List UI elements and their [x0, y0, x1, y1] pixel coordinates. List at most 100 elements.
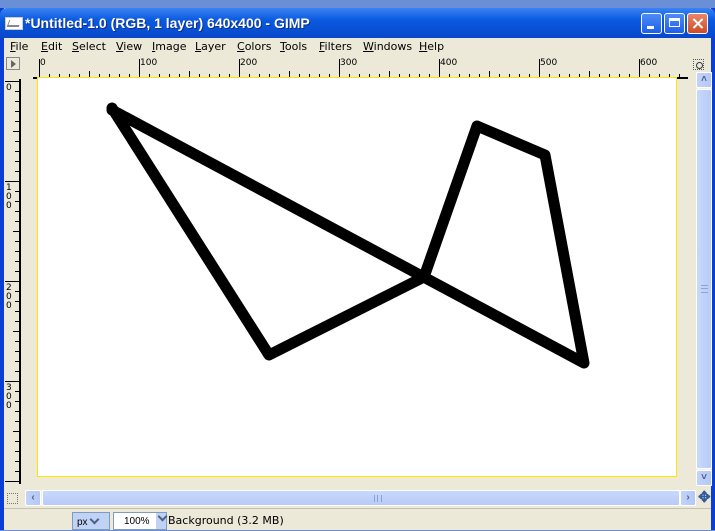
- menu-help[interactable]: Help: [419, 40, 444, 53]
- image-menu-button[interactable]: [6, 57, 20, 70]
- vertical-ruler[interactable]: 0 100 200 300: [4, 79, 21, 484]
- horizontal-scrollbar[interactable]: ‹ ›: [25, 490, 696, 506]
- ruler-label: 600: [640, 58, 658, 68]
- gimp-image-window: *Untitled-1.0 (RGB, 1 layer) 640x400 - G…: [0, 8, 715, 530]
- ruler-tick: [15, 401, 19, 402]
- menu-file[interactable]: File: [10, 40, 28, 53]
- ruler-tick: [5, 181, 19, 182]
- grip-icon: [374, 495, 382, 502]
- ruler-label: 400: [440, 58, 458, 68]
- ruler-label: 500: [540, 58, 558, 68]
- ruler-tick: [15, 91, 19, 92]
- ruler-label: 100: [140, 58, 158, 68]
- ruler-tick: [15, 321, 19, 322]
- menu-view[interactable]: View: [116, 40, 142, 53]
- close-button[interactable]: [687, 13, 708, 34]
- ruler-tick: [13, 231, 19, 232]
- menu-layer[interactable]: Layer: [195, 40, 226, 53]
- minimize-button[interactable]: [641, 13, 662, 34]
- image-canvas[interactable]: [37, 77, 677, 477]
- zoom-selector[interactable]: 100%: [113, 511, 168, 530]
- ruler-tick: [5, 81, 19, 82]
- navigate-move-icon[interactable]: ✥: [698, 490, 711, 505]
- ruler-tick: [15, 471, 19, 472]
- ruler-tick: [15, 191, 19, 192]
- ruler-label: 0: [40, 58, 46, 68]
- vertical-scrollbar[interactable]: ˄ ˅: [696, 72, 712, 486]
- status-bar: px 100% Background (3.2 MB): [4, 508, 711, 531]
- ruler-tick: [15, 101, 19, 102]
- maximize-button[interactable]: [664, 13, 685, 34]
- ruler-tick: [5, 381, 19, 382]
- drawing-layer: [106, 102, 590, 369]
- menu-edit[interactable]: Edit: [41, 40, 62, 53]
- ruler-tick: [15, 261, 19, 262]
- menu-filters[interactable]: Filters: [319, 40, 352, 53]
- ruler-tick: [13, 331, 19, 332]
- ruler-tick: [15, 151, 19, 152]
- menu-colors[interactable]: Colors: [237, 40, 271, 53]
- ruler-tick: [439, 59, 440, 77]
- ruler-label: 300: [6, 383, 12, 411]
- chevron-down-icon: [157, 511, 168, 522]
- unit-selector[interactable]: px: [72, 512, 110, 530]
- ruler-tick: [15, 141, 19, 142]
- ruler-tick: [15, 361, 19, 362]
- menu-image[interactable]: Image: [152, 40, 186, 53]
- ruler-tick: [15, 161, 19, 162]
- ruler-tick: [15, 351, 19, 352]
- ruler-tick: [15, 251, 19, 252]
- resize-grip[interactable]: [697, 517, 709, 529]
- horizontal-scroll-thumb[interactable]: [42, 490, 680, 506]
- ruler-tick: [15, 201, 19, 202]
- ruler-tick: [15, 301, 19, 302]
- menu-tools[interactable]: Tools: [280, 40, 307, 53]
- ruler-tick: [15, 371, 19, 372]
- gimp-image-icon[interactable]: [5, 17, 23, 30]
- canvas-area[interactable]: [21, 77, 688, 484]
- ruler-tick: [15, 341, 19, 342]
- ruler-tick: [39, 59, 40, 77]
- scroll-left-button[interactable]: ‹: [25, 490, 41, 506]
- ruler-label: 300: [340, 58, 358, 68]
- ruler-tick: [339, 59, 340, 77]
- ruler-tick: [679, 74, 680, 77]
- ruler-label: 0: [6, 83, 12, 93]
- ruler-tick: [15, 391, 19, 392]
- horizontal-ruler[interactable]: 0 100 200 300 400 500 600: [33, 57, 688, 79]
- drawn-path: [106, 102, 590, 369]
- quick-mask-toggle[interactable]: [7, 493, 18, 504]
- menu-windows[interactable]: Windows: [363, 40, 412, 53]
- ruler-tick: [15, 221, 19, 222]
- ruler-tick: [15, 451, 19, 452]
- ruler-tick: [15, 271, 19, 272]
- window-title: *Untitled-1.0 (RGB, 1 layer) 640x400 - G…: [25, 15, 310, 31]
- ruler-label: 200: [240, 58, 258, 68]
- unit-value: px: [77, 517, 88, 528]
- title-bar[interactable]: *Untitled-1.0 (RGB, 1 layer) 640x400 - G…: [0, 8, 715, 38]
- ruler-tick: [13, 131, 19, 132]
- zoom-on-resize-icon[interactable]: [692, 58, 706, 72]
- menu-bar: File Edit Select View Image Layer Colors…: [4, 38, 711, 56]
- scroll-right-button[interactable]: ›: [680, 490, 696, 506]
- ruler-tick: [15, 111, 19, 112]
- ruler-tick: [139, 59, 140, 77]
- ruler-tick: [15, 211, 19, 212]
- scroll-down-button[interactable]: ˅: [696, 470, 712, 486]
- layer-info: Background (3.2 MB): [168, 514, 284, 527]
- ruler-tick: [5, 281, 19, 282]
- scroll-up-button[interactable]: ˄: [696, 72, 712, 88]
- ruler-tick: [15, 291, 19, 292]
- ruler-tick: [13, 431, 19, 432]
- ruler-tick: [15, 311, 19, 312]
- ruler-tick: [15, 441, 19, 442]
- zoom-value: 100%: [124, 516, 150, 527]
- ruler-tick: [15, 121, 19, 122]
- ruler-tick: [15, 171, 19, 172]
- vertical-scroll-thumb[interactable]: [696, 89, 712, 469]
- grip-icon: [701, 285, 708, 293]
- ruler-label: 100: [6, 183, 12, 211]
- ruler-tick: [15, 421, 19, 422]
- menu-select[interactable]: Select: [72, 40, 106, 53]
- ruler-tick: [239, 59, 240, 77]
